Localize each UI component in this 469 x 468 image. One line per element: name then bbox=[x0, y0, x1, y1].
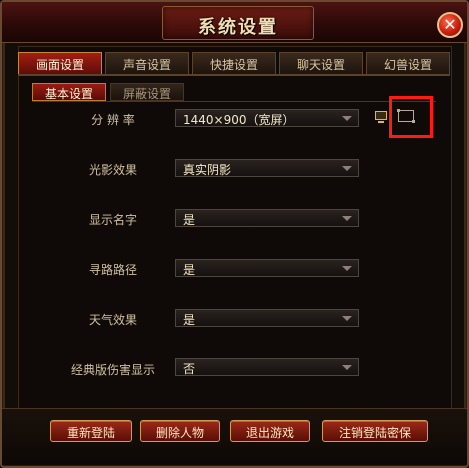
tab-hotkey-settings[interactable]: 快捷设置 bbox=[192, 52, 276, 74]
chevron-down-icon bbox=[342, 216, 352, 221]
main-tabs: 画面设置 声音设置 快捷设置 聊天设置 幻兽设置 bbox=[18, 52, 450, 74]
exit-game-button[interactable]: 退出游戏 bbox=[230, 420, 310, 442]
lighting-value: 真实阴影 bbox=[183, 163, 232, 177]
show-name-value: 是 bbox=[183, 213, 196, 227]
resolution-select[interactable]: 1440×900（宽屏） bbox=[175, 109, 359, 127]
window-title: 系统设置 bbox=[198, 17, 278, 38]
classic-damage-value: 否 bbox=[183, 362, 196, 376]
classic-damage-select[interactable]: 否 bbox=[175, 358, 359, 376]
pathfinding-value: 是 bbox=[183, 263, 196, 277]
highlight-box bbox=[389, 96, 433, 138]
tab-pet-settings[interactable]: 幻兽设置 bbox=[366, 52, 450, 74]
weather-value: 是 bbox=[183, 313, 196, 327]
logout-security-button[interactable]: 注销登陆密保 bbox=[322, 420, 428, 442]
weather-label: 天气效果 bbox=[88, 313, 137, 327]
delete-character-button[interactable]: 删除人物 bbox=[140, 420, 220, 442]
monitor-icon[interactable] bbox=[375, 111, 387, 123]
close-icon[interactable]: ✕ bbox=[437, 12, 463, 38]
tab-chat-settings[interactable]: 聊天设置 bbox=[279, 52, 363, 74]
subtabs-divider bbox=[32, 101, 436, 102]
lighting-label: 光影效果 bbox=[88, 163, 137, 177]
resolution-value: 1440×900（宽屏） bbox=[183, 113, 295, 127]
title-bar: 系统设置 ✕ bbox=[2, 2, 467, 43]
subtab-block-settings[interactable]: 屏蔽设置 bbox=[110, 83, 184, 101]
tabs-divider bbox=[18, 74, 450, 76]
lighting-select[interactable]: 真实阴影 bbox=[175, 159, 359, 177]
tab-display-settings[interactable]: 画面设置 bbox=[18, 52, 102, 74]
resolution-label: 分 辨 率 bbox=[91, 113, 135, 127]
relogin-button[interactable]: 重新登陆 bbox=[50, 420, 132, 442]
pathfinding-label: 寻路路径 bbox=[88, 263, 137, 277]
subtab-basic-settings[interactable]: 基本设置 bbox=[32, 83, 106, 101]
weather-select[interactable]: 是 bbox=[175, 309, 359, 327]
tab-sound-settings[interactable]: 声音设置 bbox=[105, 52, 189, 74]
title-plate: 系统设置 bbox=[162, 6, 314, 40]
chevron-down-icon bbox=[342, 266, 352, 271]
chevron-down-icon bbox=[342, 316, 352, 321]
chevron-down-icon bbox=[342, 166, 352, 171]
pathfinding-select[interactable]: 是 bbox=[175, 259, 359, 277]
settings-panel bbox=[18, 46, 452, 452]
show-name-select[interactable]: 是 bbox=[175, 209, 359, 227]
show-name-label: 显示名字 bbox=[88, 213, 137, 227]
chevron-down-icon bbox=[342, 365, 352, 370]
classic-damage-label: 经典版伤害显示 bbox=[70, 363, 155, 377]
chevron-down-icon bbox=[342, 116, 352, 121]
sub-tabs: 基本设置 屏蔽设置 bbox=[32, 83, 184, 101]
